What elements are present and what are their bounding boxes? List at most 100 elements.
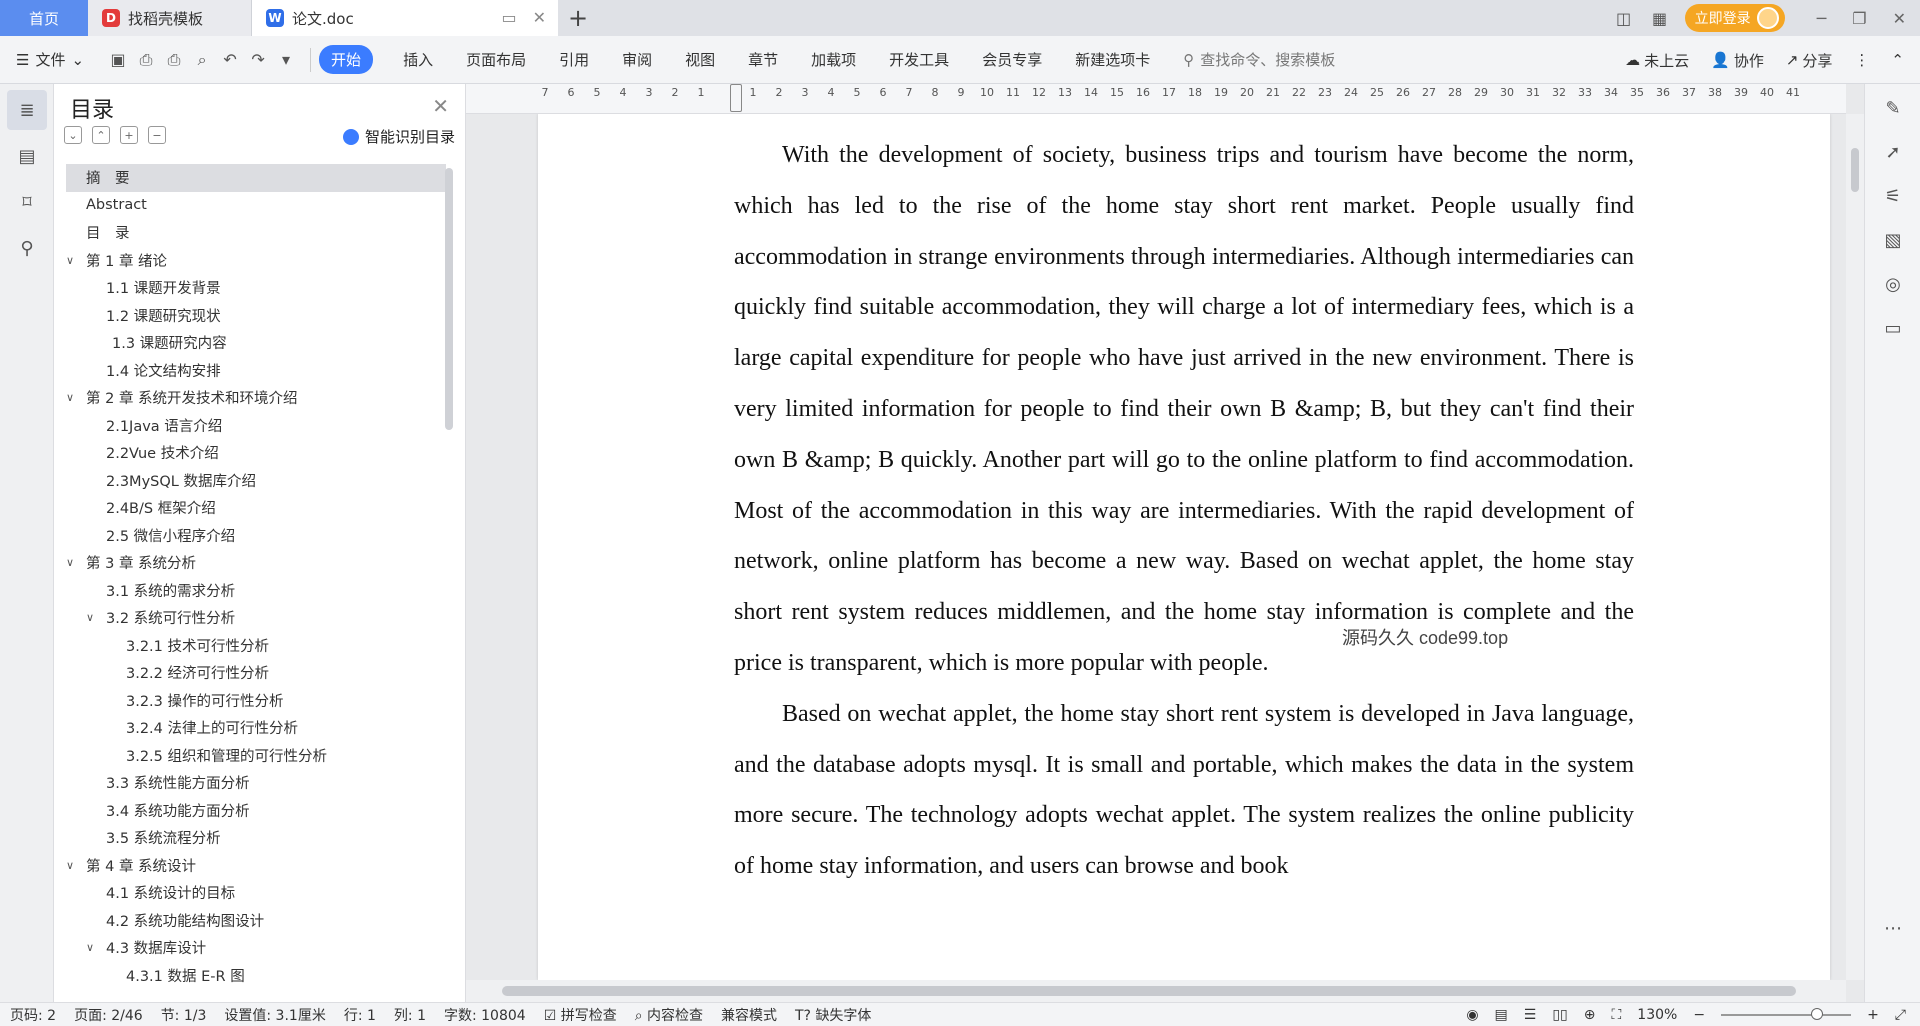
toc-item[interactable]: Abstract <box>66 192 446 220</box>
find-icon[interactable]: ⚲ <box>7 228 47 268</box>
save-icon[interactable]: ▣ <box>106 48 130 72</box>
ribbon-tab-references[interactable]: 引用 <box>559 49 589 70</box>
toc-item[interactable]: 3.2.3 操作的可行性分析 <box>66 687 446 715</box>
toc-item[interactable]: ∨ 第 2 章 系统开发技术和环境介绍 <box>66 384 446 412</box>
toc-item[interactable]: 1.4 论文结构安排 <box>66 357 446 385</box>
expand-all-icon[interactable]: ⌄ <box>64 126 82 144</box>
horizontal-ruler[interactable]: 7 6 5 4 3 2 1 1 2 3 4 5 6 7 8 9 10 11 12 13 14 15 16 17 18 19 20 21… <box>466 84 1846 114</box>
ribbon-tab-member[interactable]: 会员专享 <box>982 49 1042 70</box>
document-page[interactable]: With the development of society, busines… <box>538 114 1830 980</box>
page-view-icon[interactable]: ▤ <box>1495 1007 1508 1023</box>
document-body[interactable]: With the development of society, busines… <box>734 130 1634 892</box>
tab-templates[interactable]: D 找稻壳模板 <box>88 0 252 36</box>
status-page-code[interactable]: 页码: 2 <box>10 1005 56 1025</box>
toc-item[interactable]: 3.2.4 法律上的可行性分析 <box>66 714 446 742</box>
file-menu[interactable]: ☰ 文件 ⌄ <box>16 49 84 70</box>
ribbon-tab-review[interactable]: 审阅 <box>622 49 652 70</box>
share-button[interactable]: ↗ 分享 <box>1786 50 1833 71</box>
status-section[interactable]: 节: 1/3 <box>161 1005 207 1025</box>
pin-tab-icon[interactable]: ▭ <box>501 8 516 27</box>
toc-item[interactable]: 1.1 课题开发背景 <box>66 274 446 302</box>
close-tab-icon[interactable]: ✕ <box>533 8 546 27</box>
ribbon-tab-new[interactable]: 新建选项卡 <box>1075 49 1150 70</box>
chevron-down-icon[interactable]: ∨ <box>66 859 80 872</box>
toc-item[interactable]: 2.5 微信小程序介绍 <box>66 522 446 550</box>
toc-item[interactable]: ∨ 第 1 章 绪论 <box>66 247 446 275</box>
fit-page-icon[interactable]: ⛶ <box>1611 1007 1621 1023</box>
toc-item[interactable]: 3.1 系统的需求分析 <box>66 577 446 605</box>
toc-item[interactable]: 2.1Java 语言介绍 <box>66 412 446 440</box>
status-col[interactable]: 列: 1 <box>394 1005 426 1025</box>
select-cursor-icon[interactable]: ➚ <box>1873 132 1913 172</box>
status-word-count[interactable]: 字数: 10804 <box>444 1005 526 1025</box>
ribbon-tab-home[interactable]: 开始 <box>319 45 374 74</box>
bookmark-icon[interactable]: ⌑ <box>7 182 47 222</box>
undo-icon[interactable]: ↶ <box>218 48 242 72</box>
web-view-icon[interactable]: ⊕ <box>1584 1007 1596 1023</box>
toc-item[interactable]: ∨ 3.2 系统可行性分析 <box>66 604 446 632</box>
toc-item[interactable]: 1.3 课题研究内容 <box>66 329 446 357</box>
compat-mode-label[interactable]: 兼容模式 <box>721 1005 777 1025</box>
vertical-scrollbar[interactable] <box>1846 114 1864 980</box>
ribbon-tab-insert[interactable]: 插入 <box>403 49 433 70</box>
toc-item[interactable]: 3.2.2 经济可行性分析 <box>66 659 446 687</box>
horizontal-scroll-thumb[interactable] <box>502 986 1796 996</box>
layout-toggle-icon[interactable]: ◫ <box>1613 7 1635 29</box>
adjust-sliders-icon[interactable]: ⚟ <box>1873 176 1913 216</box>
toc-item[interactable]: 4.3.1 数据 E-R 图 <box>66 962 446 990</box>
login-button[interactable]: 立即登录 <box>1684 4 1785 32</box>
zoom-slider-knob[interactable] <box>1811 1008 1824 1020</box>
eye-protection-icon[interactable]: ◉ <box>1466 1007 1478 1023</box>
vertical-scroll-thumb[interactable] <box>1851 148 1859 192</box>
close-icon[interactable]: ✕ <box>432 94 449 118</box>
tab-document[interactable]: W 论文.doc ▭ ✕ <box>252 0 558 36</box>
command-search[interactable]: ⚲ 查找命令、搜索模板 <box>1183 49 1335 70</box>
more-options-icon[interactable]: ⋯ <box>1873 908 1913 948</box>
chapter-nav-icon[interactable]: ▤ <box>7 136 47 176</box>
toc-item[interactable]: ∨ 4.3 数据库设计 <box>66 934 446 962</box>
toc-item[interactable]: 2.2Vue 技术介绍 <box>66 439 446 467</box>
customize-chevron-icon[interactable]: ▾ <box>274 48 298 72</box>
image-tools-icon[interactable]: ▧ <box>1873 220 1913 260</box>
spell-check-button[interactable]: ☑ 拼写检查 <box>544 1005 617 1025</box>
toc-item[interactable]: 目 录 <box>66 219 446 247</box>
toc-item[interactable]: 摘 要 <box>66 164 446 192</box>
toc-item[interactable]: 4.1 系统设计的目标 <box>66 879 446 907</box>
toc-item[interactable]: 1.2 课题研究现状 <box>66 302 446 330</box>
toc-item[interactable]: ∨ 第 3 章 系统分析 <box>66 549 446 577</box>
zoom-out-icon[interactable]: − <box>1693 1007 1705 1023</box>
ribbon-tab-section[interactable]: 章节 <box>748 49 778 70</box>
ribbon-tab-layout[interactable]: 页面布局 <box>466 49 526 70</box>
zoom-level[interactable]: 130% <box>1637 1007 1677 1023</box>
export-pdf-icon[interactable]: ⎙ <box>134 48 158 72</box>
toc-item[interactable]: 3.4 系统功能方面分析 <box>66 797 446 825</box>
close-window-icon[interactable]: ✕ <box>1893 9 1906 28</box>
print-preview-icon[interactable]: ⌕ <box>190 48 214 72</box>
toc-panel-icon[interactable]: ≣ <box>7 90 47 130</box>
new-tab-button[interactable]: + <box>558 0 598 36</box>
collaborate-button[interactable]: 👤 协作 <box>1711 50 1764 71</box>
paragraph[interactable]: With the development of society, busines… <box>734 130 1634 689</box>
chevron-down-icon[interactable]: ∨ <box>66 391 80 404</box>
ribbon-tab-addins[interactable]: 加载项 <box>811 49 856 70</box>
chevron-down-icon[interactable]: ∨ <box>86 941 100 954</box>
toc-scrollbar[interactable] <box>445 168 453 430</box>
cloud-status-button[interactable]: ☁ 未上云 <box>1625 50 1689 71</box>
chevron-down-icon[interactable]: ∨ <box>66 556 80 569</box>
outline-view-icon[interactable]: ☰ <box>1524 1007 1537 1023</box>
print-icon[interactable]: ⎙ <box>162 48 186 72</box>
more-menu-icon[interactable]: ⋮ <box>1854 51 1869 69</box>
reading-mode-icon[interactable]: ▭ <box>1873 308 1913 348</box>
apps-grid-icon[interactable]: ▦ <box>1649 7 1671 29</box>
toc-item[interactable]: 3.5 系统流程分析 <box>66 824 446 852</box>
horizontal-scrollbar[interactable] <box>466 980 1846 1002</box>
remove-heading-icon[interactable]: − <box>148 126 166 144</box>
redo-icon[interactable]: ↷ <box>246 48 270 72</box>
toc-item[interactable]: ∨ 第 4 章 系统设计 <box>66 852 446 880</box>
toc-item[interactable]: 2.3MySQL 数据库介绍 <box>66 467 446 495</box>
toc-item[interactable]: 3.3 系统性能方面分析 <box>66 769 446 797</box>
status-row[interactable]: 行: 1 <box>344 1005 376 1025</box>
chevron-down-icon[interactable]: ∨ <box>86 611 100 624</box>
restore-icon[interactable]: ❐ <box>1852 9 1866 28</box>
toc-item[interactable]: 3.2.1 技术可行性分析 <box>66 632 446 660</box>
